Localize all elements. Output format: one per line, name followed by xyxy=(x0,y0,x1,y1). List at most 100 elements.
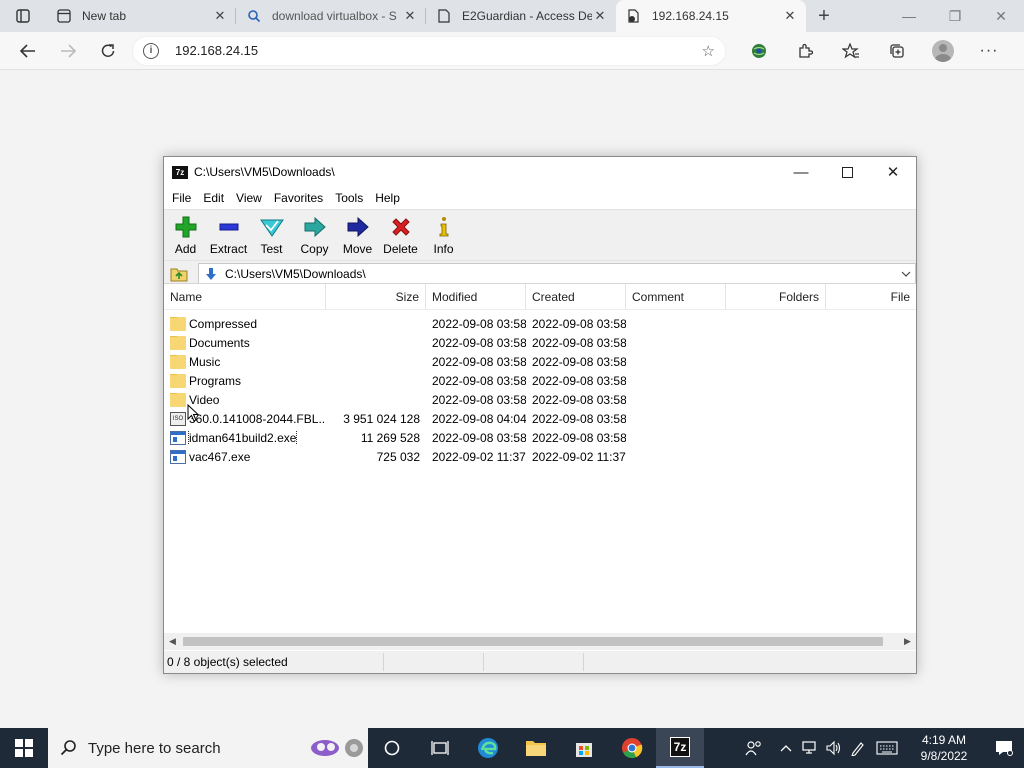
store-button[interactable] xyxy=(560,728,608,768)
address-text[interactable]: 192.168.24.15 xyxy=(175,43,702,58)
file-name-cell[interactable]: idman641build2.exe xyxy=(164,430,326,445)
column-size[interactable]: Size xyxy=(326,284,426,310)
forward-button[interactable] xyxy=(48,35,88,67)
favorites-button[interactable] xyxy=(828,35,874,67)
7zip-title-bar[interactable]: 7z C:\Users\VM5\Downloads\ — ✕ xyxy=(164,157,916,187)
zip-maximize-button[interactable] xyxy=(824,157,870,187)
file-row[interactable]: Documents 2022-09-08 03:58 2022-09-08 03:5… xyxy=(164,333,916,352)
edge-taskbar-button[interactable] xyxy=(464,728,512,768)
column-folders[interactable]: Folders xyxy=(726,284,826,310)
cortana-button[interactable] xyxy=(368,728,416,768)
file-row[interactable]: vac467.exe 725 032 2022-09-02 11:37 2022-09… xyxy=(164,447,916,466)
tab-e2guardian[interactable]: E2Guardian - Access De ✕ xyxy=(426,0,616,32)
7zip-taskbar-button[interactable]: 7z xyxy=(656,728,704,768)
move-button[interactable]: Move xyxy=(336,210,379,260)
action-center-button[interactable] xyxy=(984,740,1024,756)
column-files[interactable]: File xyxy=(826,284,916,310)
file-row[interactable]: ISO 360.0.141008-2044.FBL... 3 951 024 128… xyxy=(164,409,916,428)
column-modified[interactable]: Modified xyxy=(426,284,526,310)
menu-help[interactable]: Help xyxy=(369,191,406,205)
file-created: 2022-09-02 11:37 xyxy=(532,449,626,464)
file-row[interactable]: idman641build2.exe 11 269 528 2022-09-08 0… xyxy=(164,428,916,447)
start-button[interactable] xyxy=(0,728,48,768)
column-created[interactable]: Created xyxy=(526,284,626,310)
menu-file[interactable]: File xyxy=(166,191,197,205)
file-name-cell[interactable]: Music xyxy=(164,354,326,369)
menu-view[interactable]: View xyxy=(230,191,268,205)
column-comment[interactable]: Comment xyxy=(626,284,726,310)
file-row[interactable]: Video 2022-09-08 03:58 2022-09-08 03:58 xyxy=(164,390,916,409)
horizontal-scrollbar[interactable]: ◀ ▶ xyxy=(164,633,916,650)
tab-close-icon[interactable]: ✕ xyxy=(212,8,228,24)
task-view-button[interactable] xyxy=(416,728,464,768)
minimize-button[interactable]: — xyxy=(886,0,932,32)
tab-actions-button[interactable] xyxy=(0,0,46,32)
scroll-left-icon[interactable]: ◀ xyxy=(164,633,181,650)
collections-button[interactable] xyxy=(874,35,920,67)
extract-button[interactable]: Extract xyxy=(207,210,250,260)
delete-button[interactable]: Delete xyxy=(379,210,422,260)
zip-minimize-button[interactable]: — xyxy=(778,157,824,187)
close-button[interactable]: ✕ xyxy=(978,0,1024,32)
address-bar[interactable]: i 192.168.24.15 ☆ xyxy=(132,35,726,66)
menu-favorites[interactable]: Favorites xyxy=(268,191,329,205)
tab-close-icon[interactable]: ✕ xyxy=(782,8,798,24)
pen-ink-icon[interactable] xyxy=(846,740,870,756)
refresh-button[interactable] xyxy=(88,35,128,67)
add-favorite-icon[interactable]: ☆ xyxy=(702,42,715,60)
new-tab-button[interactable]: + xyxy=(806,0,842,32)
folder-icon xyxy=(526,741,546,756)
tab-title: 192.168.24.15 xyxy=(652,9,729,23)
show-hidden-icons-icon[interactable] xyxy=(774,744,798,752)
menu-bar: File Edit View Favorites Tools Help xyxy=(164,187,916,209)
file-row[interactable]: Compressed 2022-09-08 03:58 2022-09-08 03:… xyxy=(164,314,916,333)
tab-192-168-24-15[interactable]: 192.168.24.15 ✕ xyxy=(616,0,806,32)
file-row[interactable]: Music 2022-09-08 03:58 2022-09-08 03:58 xyxy=(164,352,916,371)
scroll-right-icon[interactable]: ▶ xyxy=(899,633,916,650)
path-text[interactable]: C:\Users\VM5\Downloads\ xyxy=(225,267,897,281)
extension-globe-button[interactable] xyxy=(736,35,782,67)
file-name-cell[interactable]: vac467.exe xyxy=(164,449,326,464)
settings-more-button[interactable]: ··· xyxy=(966,35,1012,67)
menu-edit[interactable]: Edit xyxy=(197,191,230,205)
tab-close-icon[interactable]: ✕ xyxy=(402,8,418,24)
taskbar-search[interactable]: Type here to search xyxy=(48,728,368,768)
up-folder-button[interactable] xyxy=(168,264,190,284)
copy-button[interactable]: Copy xyxy=(293,210,336,260)
tab-close-icon[interactable]: ✕ xyxy=(592,8,608,24)
taskbar: Type here to search 7z 4:19 AM 9/8/2022 xyxy=(0,728,1024,768)
people-icon[interactable] xyxy=(734,740,774,756)
keyboard-icon[interactable] xyxy=(870,741,904,755)
file-explorer-button[interactable] xyxy=(512,728,560,768)
tab-download-virtualbox[interactable]: download virtualbox - S ✕ xyxy=(236,0,426,32)
extensions-button[interactable] xyxy=(782,35,828,67)
back-button[interactable] xyxy=(8,35,48,67)
file-modified: 2022-09-02 11:37 xyxy=(432,449,526,464)
file-name-cell[interactable]: Programs xyxy=(164,373,326,388)
test-check-icon xyxy=(259,215,284,239)
add-button[interactable]: Add xyxy=(164,210,207,260)
chrome-button[interactable] xyxy=(608,728,656,768)
volume-icon[interactable] xyxy=(822,741,846,755)
file-row[interactable]: Programs 2022-09-08 03:58 2022-09-08 03:58 xyxy=(164,371,916,390)
column-name[interactable]: Name xyxy=(164,284,326,310)
restore-button[interactable]: ❐ xyxy=(932,0,978,32)
7zip-icon: 7z xyxy=(669,737,691,757)
collections-icon xyxy=(890,43,904,58)
file-name-cell[interactable]: Compressed xyxy=(164,316,326,331)
menu-tools[interactable]: Tools xyxy=(329,191,369,205)
tab-new-tab[interactable]: New tab ✕ xyxy=(46,0,236,32)
network-icon[interactable] xyxy=(798,741,822,755)
test-button[interactable]: Test xyxy=(250,210,293,260)
clock[interactable]: 4:19 AM 9/8/2022 xyxy=(904,732,984,764)
up-folder-icon xyxy=(170,268,188,282)
info-icon[interactable]: i xyxy=(143,42,159,59)
notification-icon xyxy=(996,741,1013,756)
zip-close-button[interactable]: ✕ xyxy=(870,157,916,187)
file-name-cell[interactable]: Documents xyxy=(164,335,326,350)
path-dropdown-icon[interactable] xyxy=(897,271,915,277)
scroll-thumb[interactable] xyxy=(183,637,883,646)
profile-button[interactable] xyxy=(920,35,966,67)
path-field[interactable]: C:\Users\VM5\Downloads\ xyxy=(198,263,916,285)
info-button[interactable]: Info xyxy=(422,210,465,260)
